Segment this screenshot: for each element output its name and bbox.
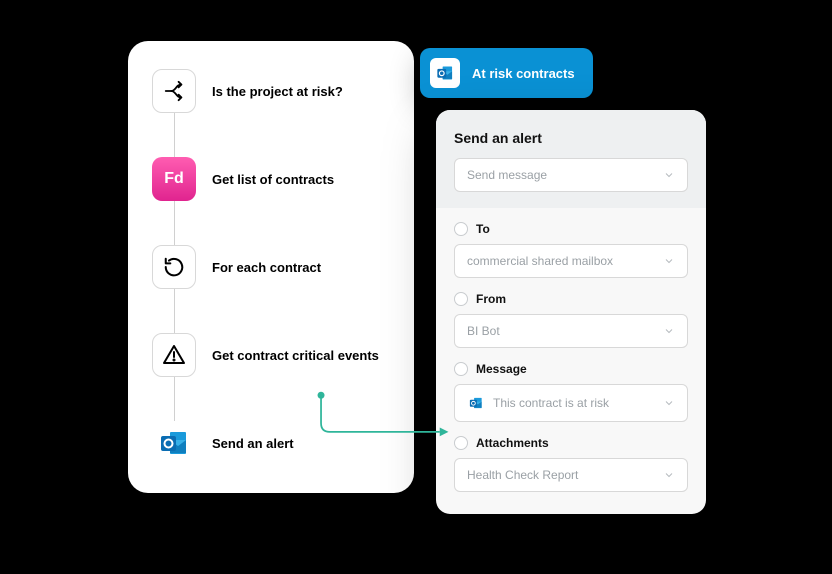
outlook-icon — [430, 58, 460, 88]
message-label: Message — [476, 362, 527, 376]
workflow-step[interactable]: Fd Get list of contracts — [152, 157, 390, 201]
outlook-icon — [152, 421, 196, 465]
tag-at-risk-contracts[interactable]: At risk contracts — [420, 48, 593, 98]
workflow-step[interactable]: Send an alert — [152, 421, 390, 465]
action-placeholder: Send message — [467, 168, 655, 182]
radio-attachments[interactable] — [454, 436, 468, 450]
field-message: Message This contract is at risk — [454, 362, 688, 422]
outlook-icon — [467, 394, 485, 412]
step-label: Is the project at risk? — [212, 84, 343, 99]
fd-icon: Fd — [152, 157, 196, 201]
step-label: Send an alert — [212, 436, 294, 451]
workflow-step[interactable]: Get contract critical events — [152, 333, 390, 377]
loop-icon — [152, 245, 196, 289]
radio-message[interactable] — [454, 362, 468, 376]
alert-header: Send an alert Send message — [436, 110, 706, 208]
message-select[interactable]: This contract is at risk — [454, 384, 688, 422]
to-label: To — [476, 222, 490, 236]
workflow-step[interactable]: Is the project at risk? — [152, 69, 390, 113]
from-label: From — [476, 292, 506, 306]
field-from: From BI Bot — [454, 292, 688, 348]
chevron-down-icon — [663, 255, 675, 267]
attachments-select[interactable]: Health Check Report — [454, 458, 688, 492]
branch-icon — [152, 69, 196, 113]
from-select[interactable]: BI Bot — [454, 314, 688, 348]
field-attachments: Attachments Health Check Report — [454, 436, 688, 492]
attachments-value: Health Check Report — [467, 468, 655, 482]
alert-title: Send an alert — [454, 130, 688, 146]
chevron-down-icon — [663, 169, 675, 181]
message-value: This contract is at risk — [493, 396, 655, 410]
radio-from[interactable] — [454, 292, 468, 306]
chevron-down-icon — [663, 325, 675, 337]
workflow-card: Is the project at risk? Fd Get list of c… — [128, 41, 414, 493]
attachments-label: Attachments — [476, 436, 549, 450]
workflow-step[interactable]: For each contract — [152, 245, 390, 289]
radio-to[interactable] — [454, 222, 468, 236]
to-value: commercial shared mailbox — [467, 254, 655, 268]
step-label: For each contract — [212, 260, 321, 275]
chevron-down-icon — [663, 469, 675, 481]
to-select[interactable]: commercial shared mailbox — [454, 244, 688, 278]
alert-panel: Send an alert Send message To commercial… — [436, 110, 706, 514]
alert-body: To commercial shared mailbox From BI Bot… — [436, 208, 706, 514]
field-to: To commercial shared mailbox — [454, 222, 688, 278]
action-select[interactable]: Send message — [454, 158, 688, 192]
warning-icon — [152, 333, 196, 377]
from-value: BI Bot — [467, 324, 655, 338]
step-label: Get list of contracts — [212, 172, 334, 187]
step-label: Get contract critical events — [212, 348, 379, 363]
tag-label: At risk contracts — [472, 66, 575, 81]
chevron-down-icon — [663, 397, 675, 409]
